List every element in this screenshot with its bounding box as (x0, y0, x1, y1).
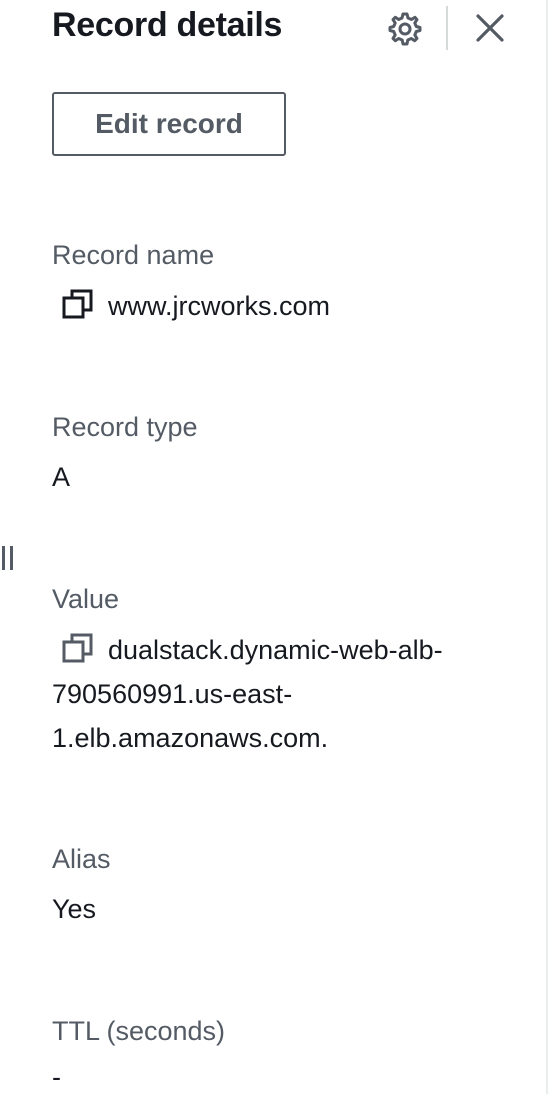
record-name-label: Record name (52, 240, 215, 270)
alias-value: Yes (52, 894, 97, 924)
copy-icon[interactable] (58, 289, 98, 319)
edit-record-button[interactable]: Edit record (52, 92, 286, 156)
record-type-value: A (52, 462, 71, 492)
panel-title: Record details (52, 6, 283, 44)
panel-resize-handle[interactable] (0, 544, 20, 574)
close-icon (476, 14, 504, 42)
ttl-value: - (52, 1062, 61, 1092)
header-divider (446, 6, 448, 50)
copy-icon[interactable] (58, 633, 98, 663)
gear-icon (388, 12, 422, 46)
value-label: Value (52, 584, 120, 614)
record-type-label: Record type (52, 412, 198, 442)
value-row: dualstack.dynamic-web-alb-790560991.us-e… (52, 628, 492, 760)
record-name-value-row: www.jrcworks.com (52, 284, 492, 328)
record-name-value: www.jrcworks.com (108, 291, 331, 321)
ttl-label: TTL (seconds) (52, 1016, 226, 1046)
settings-button[interactable] (384, 8, 424, 48)
close-button[interactable] (470, 8, 510, 48)
value-text: dualstack.dynamic-web-alb-790560991.us-e… (52, 635, 443, 753)
record-details-panel: Record details Edit record Record name w… (0, 0, 548, 1094)
alias-label: Alias (52, 844, 111, 874)
